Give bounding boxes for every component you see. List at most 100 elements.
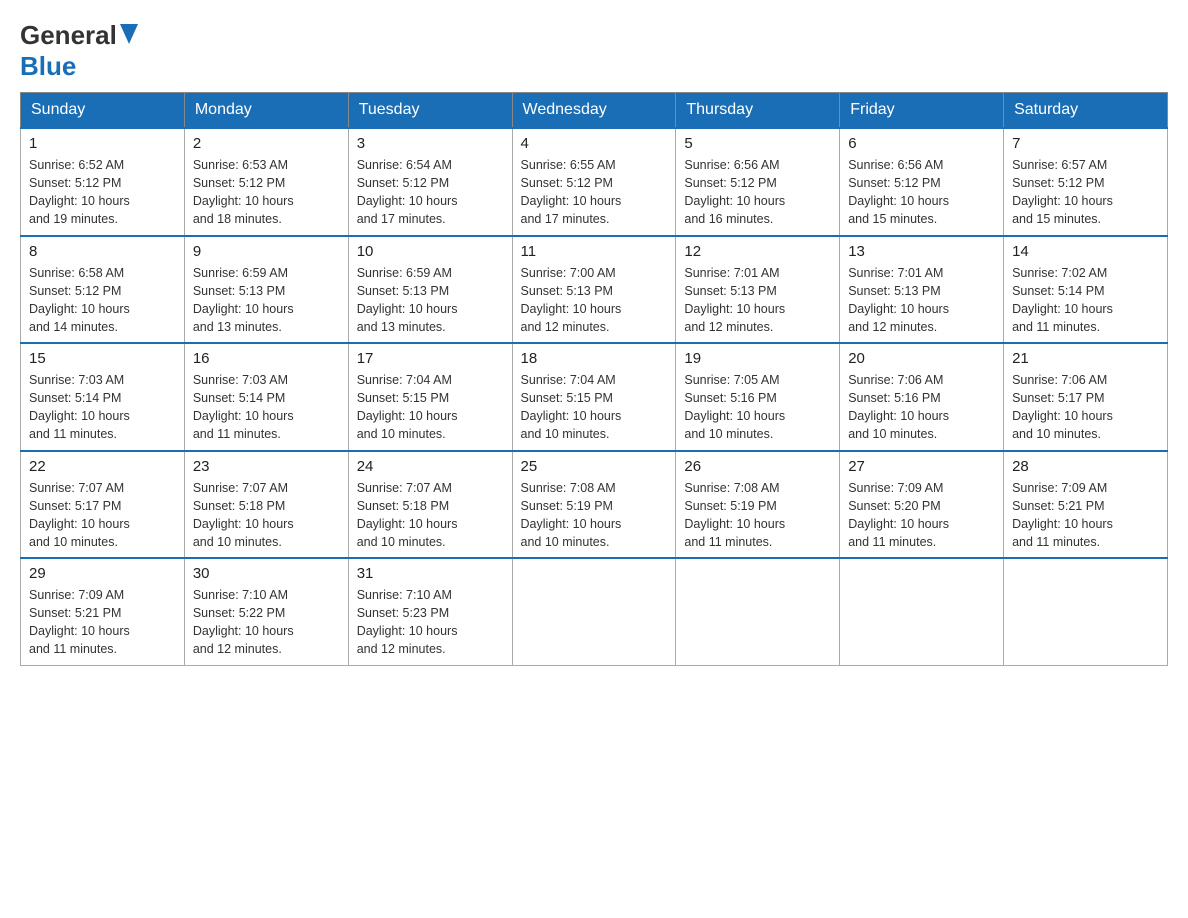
day-number: 10 (357, 243, 504, 260)
day-info: Sunrise: 6:52 AMSunset: 5:12 PMDaylight:… (29, 156, 176, 229)
day-info: Sunrise: 6:55 AMSunset: 5:12 PMDaylight:… (521, 156, 668, 229)
calendar-day-cell: 13 Sunrise: 7:01 AMSunset: 5:13 PMDayligh… (840, 236, 1004, 344)
calendar-day-cell: 3 Sunrise: 6:54 AMSunset: 5:12 PMDaylight… (348, 128, 512, 236)
day-number: 30 (193, 565, 340, 582)
day-number: 25 (521, 458, 668, 475)
calendar-week-row: 15 Sunrise: 7:03 AMSunset: 5:14 PMDayligh… (21, 343, 1168, 451)
day-info: Sunrise: 7:07 AMSunset: 5:17 PMDaylight:… (29, 479, 176, 552)
day-number: 9 (193, 243, 340, 260)
day-info: Sunrise: 6:56 AMSunset: 5:12 PMDaylight:… (848, 156, 995, 229)
day-info: Sunrise: 7:01 AMSunset: 5:13 PMDaylight:… (684, 264, 831, 337)
calendar-header-row: Sunday Monday Tuesday Wednesday Thursday… (21, 93, 1168, 129)
calendar-day-cell: 21 Sunrise: 7:06 AMSunset: 5:17 PMDayligh… (1004, 343, 1168, 451)
calendar-week-row: 8 Sunrise: 6:58 AMSunset: 5:12 PMDaylight… (21, 236, 1168, 344)
calendar-day-cell: 2 Sunrise: 6:53 AMSunset: 5:12 PMDaylight… (184, 128, 348, 236)
calendar-day-cell: 19 Sunrise: 7:05 AMSunset: 5:16 PMDayligh… (676, 343, 840, 451)
calendar-week-row: 22 Sunrise: 7:07 AMSunset: 5:17 PMDayligh… (21, 451, 1168, 559)
calendar-day-cell: 8 Sunrise: 6:58 AMSunset: 5:12 PMDaylight… (21, 236, 185, 344)
day-info: Sunrise: 6:59 AMSunset: 5:13 PMDaylight:… (193, 264, 340, 337)
calendar-day-cell: 16Sunrise: 7:03 AMSunset: 5:14 PMDayligh… (184, 343, 348, 451)
calendar-day-cell: 28 Sunrise: 7:09 AMSunset: 5:21 PMDayligh… (1004, 451, 1168, 559)
day-number: 24 (357, 458, 504, 475)
day-number: 28 (1012, 458, 1159, 475)
calendar-week-row: 29 Sunrise: 7:09 AMSunset: 5:21 PMDayligh… (21, 558, 1168, 665)
day-info: Sunrise: 7:09 AMSunset: 5:21 PMDaylight:… (29, 586, 176, 659)
day-info: Sunrise: 7:10 AMSunset: 5:22 PMDaylight:… (193, 586, 340, 659)
day-number: 29 (29, 565, 176, 582)
calendar-week-row: 1 Sunrise: 6:52 AMSunset: 5:12 PMDaylight… (21, 128, 1168, 236)
day-info: Sunrise: 7:03 AMSunset: 5:14 PMDaylight:… (193, 371, 340, 444)
col-wednesday: Wednesday (512, 93, 676, 129)
day-info: Sunrise: 6:59 AMSunset: 5:13 PMDaylight:… (357, 264, 504, 337)
calendar-day-cell: 7Sunrise: 6:57 AMSunset: 5:12 PMDaylight… (1004, 128, 1168, 236)
day-number: 7 (1012, 135, 1159, 152)
calendar-day-cell: 6 Sunrise: 6:56 AMSunset: 5:12 PMDaylight… (840, 128, 1004, 236)
day-number: 19 (684, 350, 831, 367)
day-info: Sunrise: 6:58 AMSunset: 5:12 PMDaylight:… (29, 264, 176, 337)
day-number: 4 (521, 135, 668, 152)
calendar-day-cell: 24 Sunrise: 7:07 AMSunset: 5:18 PMDayligh… (348, 451, 512, 559)
day-number: 2 (193, 135, 340, 152)
calendar-day-cell: 22 Sunrise: 7:07 AMSunset: 5:17 PMDayligh… (21, 451, 185, 559)
day-info: Sunrise: 7:04 AMSunset: 5:15 PMDaylight:… (521, 371, 668, 444)
col-friday: Friday (840, 93, 1004, 129)
day-info: Sunrise: 7:08 AMSunset: 5:19 PMDaylight:… (684, 479, 831, 552)
calendar-day-cell: 25 Sunrise: 7:08 AMSunset: 5:19 PMDayligh… (512, 451, 676, 559)
day-number: 26 (684, 458, 831, 475)
calendar-day-cell: 12 Sunrise: 7:01 AMSunset: 5:13 PMDayligh… (676, 236, 840, 344)
calendar-day-cell: 14 Sunrise: 7:02 AMSunset: 5:14 PMDayligh… (1004, 236, 1168, 344)
col-tuesday: Tuesday (348, 93, 512, 129)
day-number: 12 (684, 243, 831, 260)
calendar-day-cell (840, 558, 1004, 665)
day-info: Sunrise: 7:05 AMSunset: 5:16 PMDaylight:… (684, 371, 831, 444)
day-info: Sunrise: 6:56 AMSunset: 5:12 PMDaylight:… (684, 156, 831, 229)
day-number: 6 (848, 135, 995, 152)
calendar-day-cell: 29 Sunrise: 7:09 AMSunset: 5:21 PMDayligh… (21, 558, 185, 665)
calendar-day-cell: 26 Sunrise: 7:08 AMSunset: 5:19 PMDayligh… (676, 451, 840, 559)
day-number: 23 (193, 458, 340, 475)
day-info: Sunrise: 7:03 AMSunset: 5:14 PMDaylight:… (29, 371, 176, 444)
day-number: 27 (848, 458, 995, 475)
day-info: Sunrise: 7:10 AMSunset: 5:23 PMDaylight:… (357, 586, 504, 659)
calendar-day-cell: 5 Sunrise: 6:56 AMSunset: 5:12 PMDaylight… (676, 128, 840, 236)
day-info: Sunrise: 7:06 AMSunset: 5:17 PMDaylight:… (1012, 371, 1159, 444)
calendar-day-cell: 23Sunrise: 7:07 AMSunset: 5:18 PMDayligh… (184, 451, 348, 559)
calendar-day-cell (1004, 558, 1168, 665)
logo-arrow-icon (120, 24, 138, 49)
day-number: 14 (1012, 243, 1159, 260)
day-number: 20 (848, 350, 995, 367)
day-info: Sunrise: 7:08 AMSunset: 5:19 PMDaylight:… (521, 479, 668, 552)
day-info: Sunrise: 7:06 AMSunset: 5:16 PMDaylight:… (848, 371, 995, 444)
day-info: Sunrise: 7:09 AMSunset: 5:20 PMDaylight:… (848, 479, 995, 552)
logo: General Blue (20, 20, 138, 82)
logo-blue: Blue (20, 51, 76, 81)
calendar-day-cell: 11 Sunrise: 7:00 AMSunset: 5:13 PMDayligh… (512, 236, 676, 344)
calendar-day-cell (676, 558, 840, 665)
day-number: 8 (29, 243, 176, 260)
day-info: Sunrise: 7:04 AMSunset: 5:15 PMDaylight:… (357, 371, 504, 444)
calendar-table: Sunday Monday Tuesday Wednesday Thursday… (20, 92, 1168, 666)
day-info: Sunrise: 6:53 AMSunset: 5:12 PMDaylight:… (193, 156, 340, 229)
day-number: 5 (684, 135, 831, 152)
day-info: Sunrise: 7:09 AMSunset: 5:21 PMDaylight:… (1012, 479, 1159, 552)
day-number: 31 (357, 565, 504, 582)
day-info: Sunrise: 7:02 AMSunset: 5:14 PMDaylight:… (1012, 264, 1159, 337)
col-saturday: Saturday (1004, 93, 1168, 129)
day-number: 22 (29, 458, 176, 475)
day-info: Sunrise: 7:07 AMSunset: 5:18 PMDaylight:… (357, 479, 504, 552)
col-thursday: Thursday (676, 93, 840, 129)
day-info: Sunrise: 7:01 AMSunset: 5:13 PMDaylight:… (848, 264, 995, 337)
day-number: 15 (29, 350, 176, 367)
day-number: 21 (1012, 350, 1159, 367)
day-info: Sunrise: 7:00 AMSunset: 5:13 PMDaylight:… (521, 264, 668, 337)
calendar-day-cell: 18Sunrise: 7:04 AMSunset: 5:15 PMDayligh… (512, 343, 676, 451)
day-number: 1 (29, 135, 176, 152)
calendar-day-cell: 27 Sunrise: 7:09 AMSunset: 5:20 PMDayligh… (840, 451, 1004, 559)
col-sunday: Sunday (21, 93, 185, 129)
col-monday: Monday (184, 93, 348, 129)
day-info: Sunrise: 6:54 AMSunset: 5:12 PMDaylight:… (357, 156, 504, 229)
day-number: 11 (521, 243, 668, 260)
day-number: 13 (848, 243, 995, 260)
calendar-day-cell: 20 Sunrise: 7:06 AMSunset: 5:16 PMDayligh… (840, 343, 1004, 451)
day-number: 3 (357, 135, 504, 152)
